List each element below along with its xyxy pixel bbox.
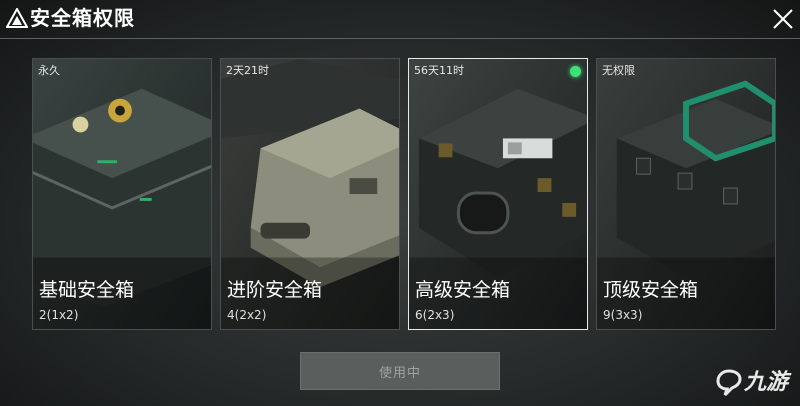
use-button-label: 使用中 [378, 365, 421, 381]
card-duration: 无权限 [602, 64, 635, 77]
card-name: 高级安全箱 [415, 279, 511, 301]
watermark-text: 九游 [744, 370, 789, 395]
card-name: 进阶安全箱 [227, 279, 323, 301]
in-use-indicator [570, 66, 581, 77]
card-duration: 56天11时 [414, 64, 464, 77]
card-name: 基础安全箱 [39, 279, 135, 301]
card-size: 2(1x2) [39, 308, 79, 322]
card-name: 顶级安全箱 [603, 279, 699, 301]
card-size: 4(2x2) [227, 308, 267, 322]
card-size: 9(3x3) [603, 308, 643, 322]
jiuyou-watermark: 九游 [712, 366, 798, 402]
header: 安全箱权限 [0, 0, 800, 38]
page-title: 安全箱权限 [30, 6, 135, 30]
card-top-safe-box[interactable]: 无权限 顶级安全箱 9(3x3) [596, 58, 776, 330]
safe-box-card-list: 永久 基础安全箱 2(1x2) 2天21时 进阶安全箱 4(2x2) 56天11… [32, 58, 776, 330]
card-basic-safe-box[interactable]: 永久 基础安全箱 2(1x2) [32, 58, 212, 330]
use-button[interactable]: 使用中 [300, 352, 500, 390]
card-advanced-safe-box[interactable]: 2天21时 进阶安全箱 4(2x2) [220, 58, 400, 330]
triangle-logo-icon [6, 8, 28, 28]
card-duration: 永久 [38, 64, 60, 77]
card-senior-safe-box[interactable]: 56天11时 高级安全箱 6(2x3) [408, 58, 588, 330]
jiuyou-logo-icon [716, 369, 742, 397]
safe-box-permission-screen: 安全箱权限 永久 基础安全箱 2(1x2) 2天21时 进阶安全箱 4(2x2)… [0, 0, 800, 406]
header-divider [0, 38, 800, 39]
close-icon[interactable] [770, 6, 796, 32]
card-duration: 2天21时 [226, 64, 269, 77]
card-size: 6(2x3) [415, 308, 455, 322]
